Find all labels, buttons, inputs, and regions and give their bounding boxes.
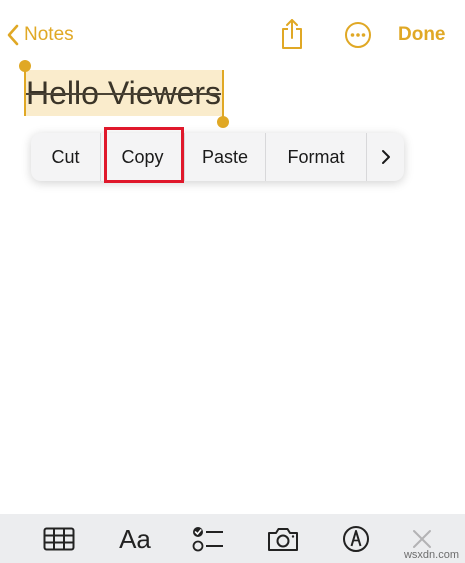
bottom-toolbar: Aa [0,514,465,563]
camera-button[interactable] [266,524,300,554]
watermark: wsxdn.com [403,549,459,561]
chevron-right-icon [381,150,390,164]
note-text[interactable]: Hello Viewers [26,72,221,114]
edit-menu: Cut Copy Paste Format [31,133,404,181]
back-button[interactable]: Notes [6,20,74,50]
more-menu-items-button[interactable] [367,133,404,181]
cut-menu-item[interactable]: Cut [31,133,101,181]
chevron-left-icon [7,24,19,46]
selection-end-handle-bar [222,70,224,120]
format-menu-item[interactable]: Format [266,133,367,181]
text-format-icon: Aa [119,524,151,554]
selection-end-handle-knob[interactable] [217,116,229,128]
selection-start-handle-bar [24,66,26,116]
camera-icon [268,528,298,551]
share-button[interactable] [279,18,305,50]
markup-button[interactable] [341,524,371,554]
ellipsis-circle-icon [345,22,371,48]
selection-start-handle-knob[interactable] [19,60,31,72]
markup-icon [343,526,369,552]
back-button-label: Notes [24,24,74,45]
navigation-bar: Notes Done [0,0,465,64]
table-button[interactable] [42,524,76,554]
more-options-button[interactable] [344,21,372,49]
text-format-button[interactable]: Aa [117,524,153,554]
paste-menu-item[interactable]: Paste [185,133,266,181]
close-icon [413,530,431,548]
share-icon [282,19,302,49]
checklist-icon [192,527,223,552]
done-button[interactable]: Done [398,21,446,49]
table-icon [43,527,75,551]
copy-menu-item[interactable]: Copy [101,133,185,181]
checklist-button[interactable] [191,524,225,554]
